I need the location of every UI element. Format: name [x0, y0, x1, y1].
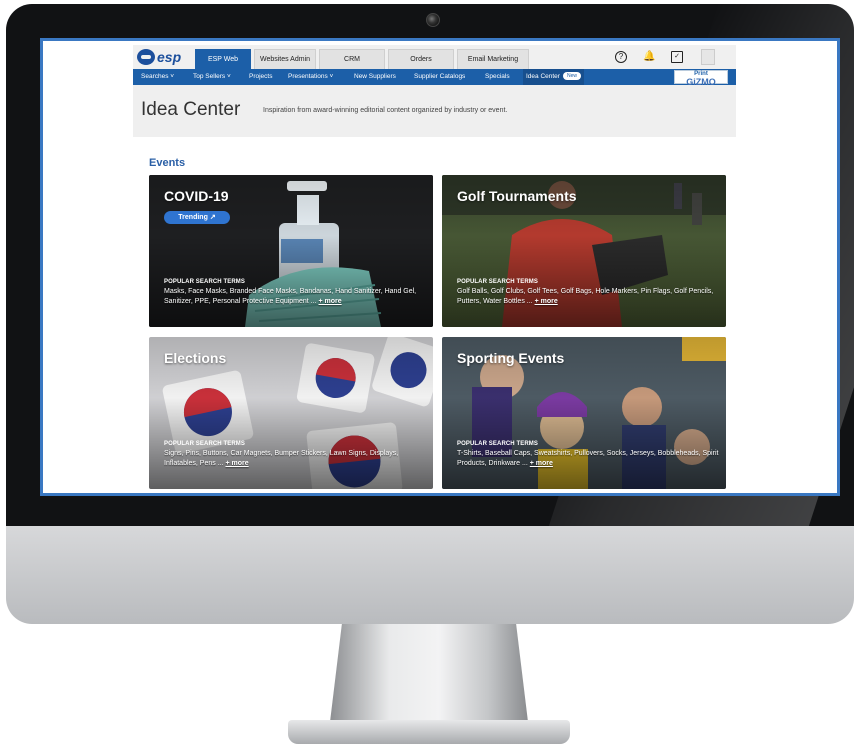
search-terms: Signs, Pins, Buttons, Car Magnets, Bumpe… — [164, 449, 426, 469]
trending-badge: Trending ↗ — [164, 211, 230, 224]
search-terms: T-Shirts, Baseball Caps, Sweatshirts, Pu… — [457, 449, 719, 469]
nav-presentations[interactable]: Presentations ˅ — [288, 69, 333, 85]
monitor-bezel: esp ESP Web Websites Admin CRM Orders Em… — [6, 4, 854, 526]
screen: esp ESP Web Websites Admin CRM Orders Em… — [40, 38, 840, 496]
bell-icon[interactable]: 🔔 — [643, 51, 655, 63]
trending-label: Trending — [178, 214, 208, 221]
new-badge: New — [562, 72, 581, 81]
tab-esp-web[interactable]: ESP Web — [195, 49, 251, 69]
terms-text: Masks, Face Masks, Branded Face Masks, B… — [164, 288, 417, 305]
card-title: Golf Tournaments — [457, 188, 577, 204]
idea-center-banner: Idea Center Inspiration from award-winni… — [133, 85, 736, 137]
nav-idea-center[interactable]: Idea Center New — [523, 69, 584, 85]
nav-supplier-catalogs[interactable]: Supplier Catalogs — [414, 69, 465, 85]
more-link[interactable]: + more — [226, 460, 249, 467]
page-title: Idea Center — [141, 99, 241, 120]
nav-top-sellers[interactable]: Top Sellers ˅ — [193, 69, 231, 85]
avatar[interactable] — [701, 49, 715, 65]
terms-text: Golf Balls, Golf Clubs, Golf Tees, Golf … — [457, 288, 714, 305]
search-terms: Golf Balls, Golf Clubs, Golf Tees, Golf … — [457, 287, 719, 307]
tab-websites-admin[interactable]: Websites Admin — [254, 49, 316, 69]
card-title: Elections — [164, 350, 227, 366]
card-title: COVID-19 — [164, 188, 229, 204]
sub-nav: Searches ˅ Top Sellers ˅ Projects Presen… — [133, 69, 736, 87]
tab-orders[interactable]: Orders — [388, 49, 454, 69]
more-link[interactable]: + more — [530, 460, 553, 467]
card-sporting-events[interactable]: Sporting Events POPULAR SEARCH TERMS T-S… — [442, 337, 726, 489]
nav-projects[interactable]: Projects — [249, 69, 272, 85]
esp-logo-icon — [137, 49, 155, 65]
terms-text: T-Shirts, Baseball Caps, Sweatshirts, Pu… — [457, 450, 719, 467]
tab-crm[interactable]: CRM — [319, 49, 385, 69]
page-subtitle: Inspiration from award-winning editorial… — [263, 107, 508, 114]
popular-search-terms-label: POPULAR SEARCH TERMS — [164, 279, 246, 285]
card-golf[interactable]: Golf Tournaments POPULAR SEARCH TERMS Go… — [442, 175, 726, 327]
nav-specials[interactable]: Specials — [485, 69, 510, 85]
nav-searches[interactable]: Searches ˅ — [141, 69, 174, 85]
popular-search-terms-label: POPULAR SEARCH TERMS — [457, 279, 539, 285]
clipboard-icon[interactable]: ✓ — [671, 51, 683, 63]
nav-idea-center-label: Idea Center — [526, 73, 560, 80]
events-heading: Events — [149, 157, 186, 169]
card-elections[interactable]: Elections POPULAR SEARCH TERMS Signs, Pi… — [149, 337, 433, 489]
help-icon[interactable]: ? — [615, 51, 627, 63]
card-covid[interactable]: COVID-19 Trending ↗ POPULAR SEARCH TERMS… — [149, 175, 433, 327]
esp-logo[interactable]: esp — [137, 47, 185, 67]
monitor-base — [288, 720, 570, 744]
more-link[interactable]: + more — [535, 298, 558, 305]
search-terms: Masks, Face Masks, Branded Face Masks, B… — [164, 287, 426, 307]
popular-search-terms-label: POPULAR SEARCH TERMS — [164, 441, 246, 447]
trending-chart-icon: ↗ — [209, 214, 216, 221]
popular-search-terms-label: POPULAR SEARCH TERMS — [457, 441, 539, 447]
top-bar: esp ESP Web Websites Admin CRM Orders Em… — [133, 45, 736, 69]
terms-text: Signs, Pins, Buttons, Car Magnets, Bumpe… — [164, 450, 399, 467]
logo-text: esp — [157, 49, 182, 65]
tab-email-marketing[interactable]: Email Marketing — [457, 49, 529, 69]
card-title: Sporting Events — [457, 350, 565, 366]
monitor-chin — [6, 526, 854, 624]
monitor-stand — [330, 624, 528, 722]
printgizmo-logo[interactable]: Print GiZMO — [674, 70, 728, 87]
camera-icon — [426, 13, 440, 27]
monitor: esp ESP Web Websites Admin CRM Orders Em… — [6, 4, 854, 624]
nav-new-suppliers[interactable]: New Suppliers — [354, 69, 396, 85]
more-link[interactable]: + more — [318, 298, 341, 305]
